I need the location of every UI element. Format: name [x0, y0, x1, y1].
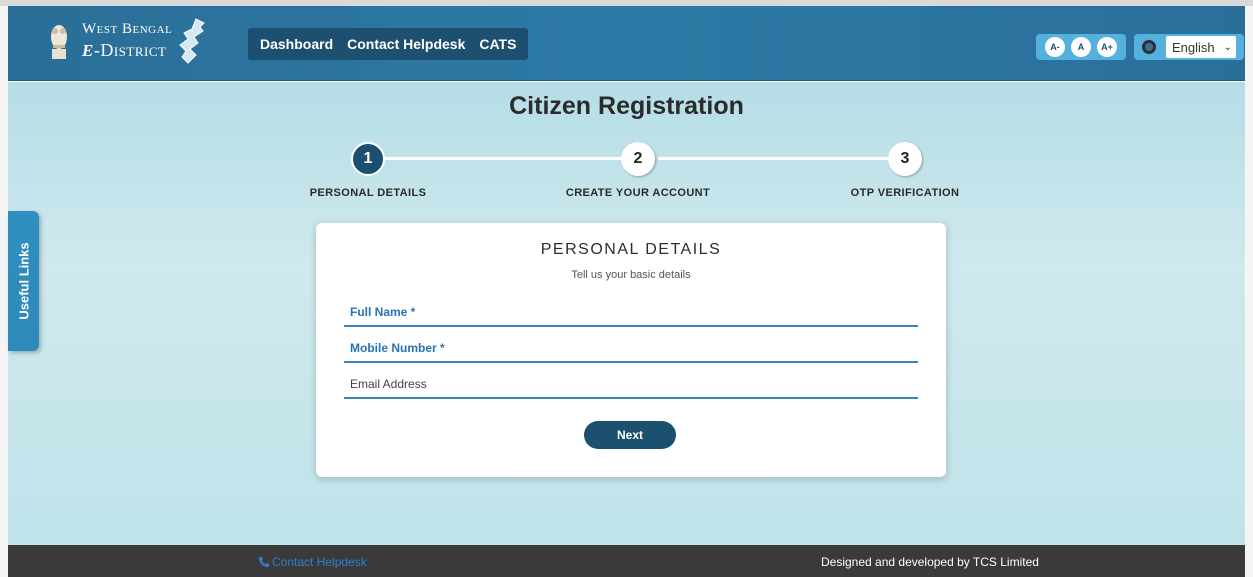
font-decrease-button[interactable]: A-	[1045, 37, 1065, 57]
registration-stepper: 1 2 3 PERSONAL DETAILS CREATE YOUR ACCOU…	[298, 142, 978, 212]
right-frame	[1245, 6, 1253, 577]
next-button[interactable]: Next	[584, 421, 676, 449]
phone-icon	[259, 557, 269, 567]
main-nav: Dashboard Contact Helpdesk CATS	[248, 28, 529, 60]
step-3-label: OTP VERIFICATION	[850, 187, 960, 199]
logo-line-1: West Bengal	[82, 20, 173, 37]
logo-text: West Bengal e-District	[82, 20, 173, 61]
site-header: West Bengal e-District Dashboard Contact…	[8, 6, 1245, 81]
nav-dashboard[interactable]: Dashboard	[260, 36, 333, 52]
full-name-field: Full Name *	[344, 299, 918, 327]
email-address-field: Email Address	[344, 371, 918, 399]
step-3-indicator: 3	[888, 142, 922, 176]
logo-line-2: e-District	[82, 37, 172, 61]
mobile-number-field: Mobile Number *	[344, 335, 918, 363]
chevron-down-icon: ⌄	[1223, 41, 1232, 53]
language-value: English	[1172, 39, 1215, 55]
logo-district: -District	[93, 39, 167, 60]
language-select[interactable]: English ⌄	[1166, 36, 1236, 58]
national-emblem-icon	[51, 25, 67, 59]
email-address-input[interactable]	[344, 371, 918, 397]
step-1-indicator: 1	[351, 142, 385, 176]
page-title: Citizen Registration	[509, 92, 744, 120]
footer-contact-helpdesk-link[interactable]: Contact Helpdesk	[258, 555, 367, 569]
globe-icon	[1142, 40, 1156, 54]
step-connector	[368, 157, 638, 160]
step-connector	[658, 157, 898, 160]
left-frame	[0, 6, 8, 577]
step-2-indicator: 2	[621, 142, 655, 176]
language-selector: English ⌄	[1134, 34, 1244, 60]
step-2-label: CREATE YOUR ACCOUNT	[565, 187, 711, 199]
full-name-input[interactable]	[344, 299, 918, 325]
useful-links-label: Useful Links	[16, 242, 31, 320]
west-bengal-map-icon	[179, 18, 206, 64]
site-logo[interactable]: West Bengal e-District	[48, 16, 210, 66]
nav-cats[interactable]: CATS	[479, 36, 516, 52]
footer-contact-label: Contact Helpdesk	[272, 555, 367, 569]
logo-e: e	[82, 35, 94, 62]
personal-details-card: PERSONAL DETAILS Tell us your basic deta…	[316, 223, 946, 477]
card-subtitle: Tell us your basic details	[571, 269, 691, 281]
site-footer: Contact Helpdesk Designed and developed …	[8, 545, 1245, 577]
font-increase-button[interactable]: A+	[1097, 37, 1117, 57]
step-1-label: PERSONAL DETAILS	[309, 187, 427, 199]
mobile-number-input[interactable]	[344, 335, 918, 361]
useful-links-tab[interactable]: Useful Links	[8, 211, 39, 351]
footer-credit: Designed and developed by TCS Limited	[821, 555, 1039, 569]
main-content: Citizen Registration 1 2 3 PERSONAL DETA…	[8, 82, 1245, 545]
font-normal-button[interactable]: A	[1071, 37, 1091, 57]
card-title: PERSONAL DETAILS	[540, 241, 722, 258]
font-size-controls: A- A A+	[1036, 34, 1126, 60]
nav-contact-helpdesk[interactable]: Contact Helpdesk	[347, 36, 465, 52]
